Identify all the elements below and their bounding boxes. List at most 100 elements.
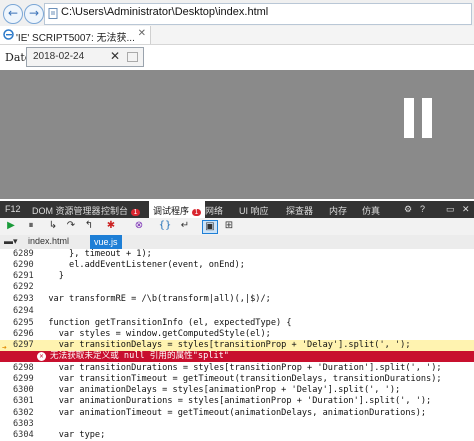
step-out-icon[interactable]: ↰: [82, 220, 96, 232]
code-text: var transitionTimeout = getTimeout(trans…: [38, 374, 442, 384]
step-into-icon[interactable]: ↳: [46, 220, 60, 232]
code-line[interactable]: 6301 var animationDurations = styles[ani…: [0, 396, 474, 407]
code-text: var styles = window.getComputedStyle(el)…: [38, 329, 271, 339]
code-line[interactable]: 6304 var type;: [0, 430, 474, 441]
code-line[interactable]: 6302 var animationTimeout = getTimeout(a…: [0, 408, 474, 419]
error-icon: ✕: [37, 352, 46, 361]
code-line[interactable]: 6289 }, timeout + 1);: [0, 249, 474, 260]
line-number: 6302: [13, 408, 34, 418]
tab-console[interactable]: 控制台 1: [101, 204, 141, 217]
break-new-worker-icon[interactable]: ✱: [104, 220, 118, 232]
line-number: 6296: [13, 329, 34, 339]
line-number: 6300: [13, 385, 34, 395]
code-line[interactable]: 6292: [0, 282, 474, 293]
line-number: 6304: [13, 430, 34, 440]
pretty-print-icon[interactable]: {}: [158, 220, 172, 232]
code-text: var transitionDurations = styles[transit…: [38, 363, 442, 373]
code-text: var transitionDelays = styles[transition…: [38, 340, 411, 350]
browser-tab[interactable]: 'IE' SCRIPT5007: 无法获... ✕: [0, 26, 151, 44]
folder-icon[interactable]: ▬▾: [4, 236, 18, 247]
line-number: 6301: [13, 396, 34, 406]
paused-overlay: [0, 70, 474, 199]
tab-network[interactable]: 网络: [205, 204, 223, 217]
word-wrap-icon[interactable]: ↵: [178, 220, 192, 232]
code-line[interactable]: 6290 el.addEventListener(event, onEnd);: [0, 260, 474, 271]
code-text: var animationDelays = styles[animationPr…: [38, 385, 401, 395]
file-tab-index[interactable]: index.html: [28, 236, 69, 246]
code-line[interactable]: 6300 var animationDelays = styles[animat…: [0, 385, 474, 396]
page-icon: [48, 8, 58, 19]
console-error-badge: 1: [130, 209, 141, 216]
exceptions-icon[interactable]: ⊗: [132, 220, 146, 232]
code-text: function getTransitionInfo (el, expected…: [38, 318, 292, 328]
debugger-error-badge: 1: [191, 209, 202, 216]
line-number: 6292: [13, 282, 34, 292]
file-tab-vue[interactable]: vue.js: [90, 235, 122, 249]
tab-ui-responsiveness[interactable]: UI 响应: [239, 204, 269, 217]
code-line[interactable]: 6295 function getTransitionInfo (el, exp…: [0, 318, 474, 329]
code-line[interactable]: 6293 var transformRE = /\b(transform|all…: [0, 294, 474, 305]
line-number: 6303: [13, 419, 34, 429]
pause-icon: [404, 98, 434, 138]
tab-memory[interactable]: 内存: [329, 204, 347, 217]
clear-icon[interactable]: ✕: [110, 49, 120, 63]
ie-icon: [3, 29, 14, 40]
step-over-icon[interactable]: ↷: [64, 220, 78, 232]
code-text: el.addEventListener(event, onEnd);: [38, 260, 245, 270]
error-line[interactable]: ✕ 无法获取未定义或 null 引用的属性"split": [0, 351, 474, 362]
settings-icon[interactable]: ⚙: [404, 204, 412, 215]
code-editor: 6289 }, timeout + 1); 6290 el.addEventLis…: [0, 249, 474, 440]
break-icon[interactable]: ⏸: [24, 220, 38, 232]
calendar-icon[interactable]: [127, 52, 138, 62]
code-line[interactable]: 6299 var transitionTimeout = getTimeout(…: [0, 374, 474, 385]
browser-tab-strip: 'IE' SCRIPT5007: 无法获... ✕: [0, 26, 474, 45]
error-message: 无法获取未定义或 null 引用的属性"split": [50, 351, 229, 361]
help-icon[interactable]: ?: [420, 204, 425, 214]
tab-close-icon[interactable]: ✕: [138, 28, 146, 39]
tab-profiler[interactable]: 探查器: [286, 204, 313, 217]
date-value: 2018-02-24: [33, 51, 85, 62]
code-line[interactable]: 6297 ➔ var transitionDelays = styles[tran…: [0, 340, 474, 352]
code-text: }: [38, 271, 64, 281]
url-input[interactable]: C:\Users\Administrator\Desktop\index.htm…: [44, 3, 472, 25]
pin-icon[interactable]: ▭: [446, 204, 455, 215]
code-text: }, timeout + 1);: [38, 249, 152, 259]
code-text: var animationDurations = styles[animatio…: [38, 396, 432, 406]
code-line[interactable]: 6291 }: [0, 271, 474, 282]
devtools-tab-bar: F12 DOM 资源管理器 控制台 1 调试程序 1 网络 UI 响应 探查器 …: [0, 201, 474, 218]
tab-emulation[interactable]: 仿真: [362, 204, 380, 217]
line-number: 6295: [13, 318, 34, 328]
line-number: 6299: [13, 374, 34, 384]
just-my-code-icon[interactable]: ▣: [202, 220, 218, 234]
tab-dom-explorer[interactable]: DOM 资源管理器: [32, 204, 101, 217]
code-line[interactable]: 6303: [0, 419, 474, 430]
back-arrow-icon: ←: [7, 6, 19, 20]
url-text: C:\Users\Administrator\Desktop\index.htm…: [61, 6, 269, 18]
code-line[interactable]: 6294: [0, 306, 474, 317]
debugger-toolbar: ▶ ⏸ ↳ ↷ ↰ ✱ ⊗ {} ↵ ▣ ⊞: [0, 218, 474, 236]
line-number: 6291: [13, 271, 34, 281]
tab-f12: F12: [5, 204, 21, 214]
continue-icon[interactable]: ▶: [4, 220, 18, 232]
line-number: 6297: [13, 340, 34, 350]
date-input[interactable]: 2018-02-24 ✕: [26, 47, 144, 67]
code-line[interactable]: 6298 var transitionDurations = styles[tr…: [0, 363, 474, 374]
back-button[interactable]: ←: [3, 4, 23, 24]
forward-arrow-icon: →: [28, 6, 40, 20]
address-bar: ← → C:\Users\Administrator\Desktop\index…: [0, 0, 474, 27]
tab-debugger[interactable]: 调试程序 1: [149, 201, 206, 218]
line-number: 6298: [13, 363, 34, 373]
map-icon[interactable]: ⊞: [222, 220, 236, 232]
line-number: 6293: [13, 294, 34, 304]
code-text: var type;: [38, 430, 106, 440]
code-line[interactable]: 6296 var styles = window.getComputedStyl…: [0, 329, 474, 340]
close-devtools-icon[interactable]: ✕: [462, 204, 470, 215]
code-text: var transformRE = /\b(transform|all)(,|$…: [38, 294, 271, 304]
tab-title: 'IE' SCRIPT5007: 无法获...: [16, 33, 135, 44]
code-text: var animationTimeout = getTimeout(animat…: [38, 408, 427, 418]
line-number: 6294: [13, 306, 34, 316]
forward-button[interactable]: →: [24, 4, 44, 24]
line-number: 6289: [13, 249, 34, 259]
line-number: 6290: [13, 260, 34, 270]
file-tab-bar: ▬▾ index.html vue.js: [0, 235, 474, 250]
